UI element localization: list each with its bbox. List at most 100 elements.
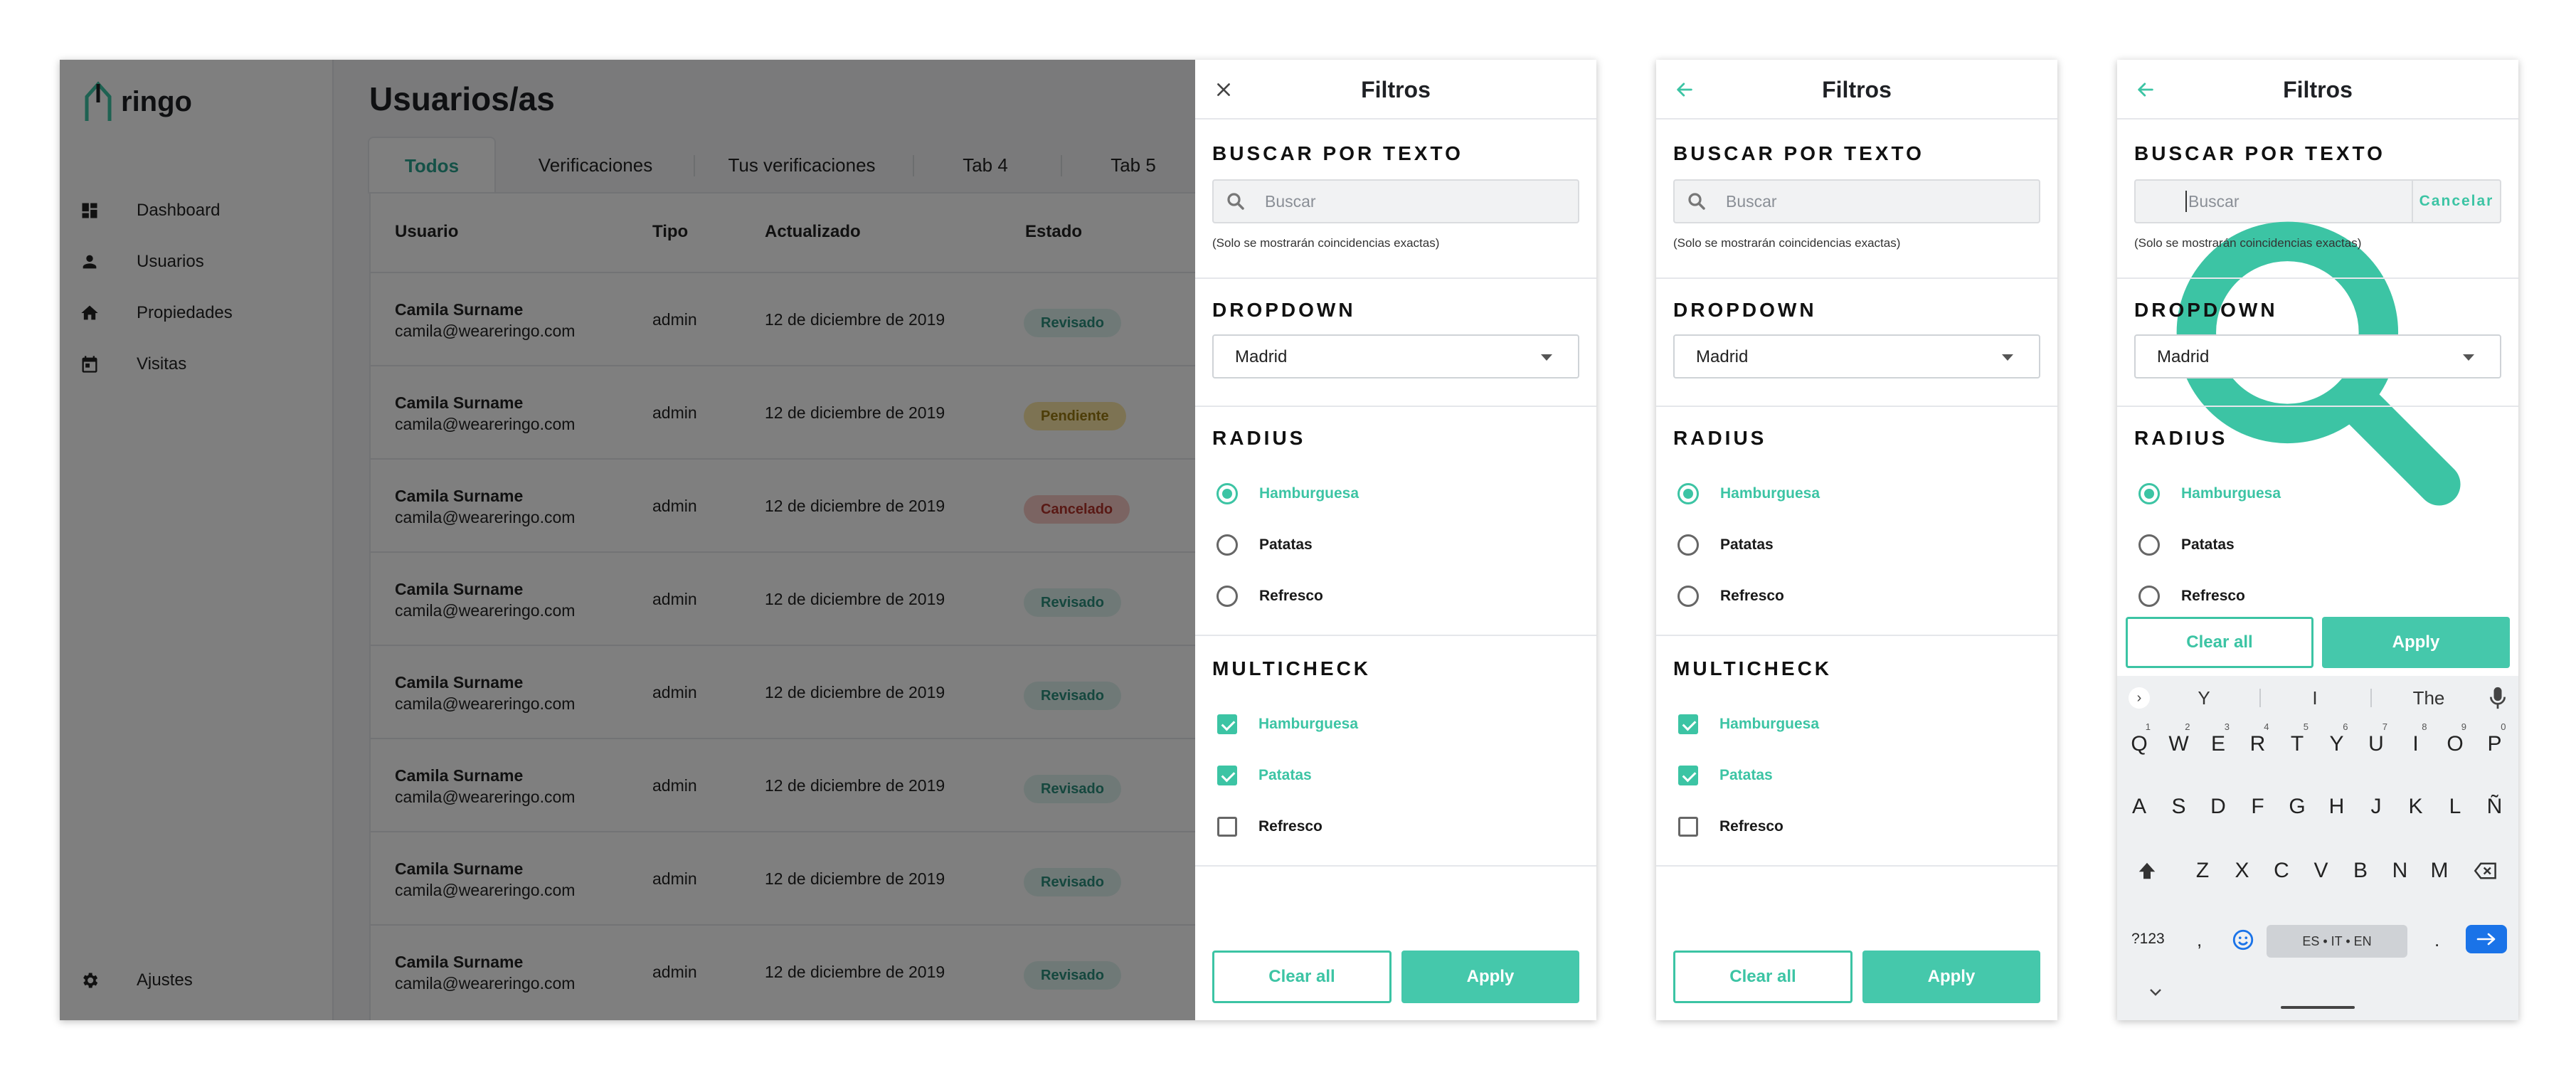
radio-selected-icon[interactable] xyxy=(2138,483,2160,504)
search-input[interactable]: Buscar xyxy=(1212,179,1579,223)
key-d[interactable]: D xyxy=(2201,787,2235,827)
key-u[interactable]: U7 xyxy=(2359,721,2393,764)
filter-title: Filtros xyxy=(1822,77,1892,102)
key-e[interactable]: E3 xyxy=(2201,721,2235,764)
search-input[interactable]: Buscar xyxy=(1673,179,2040,223)
checkbox-option-patatas[interactable]: Patatas xyxy=(1673,761,1972,790)
key-q[interactable]: Q1 xyxy=(2122,721,2156,764)
chevron-down-icon[interactable] xyxy=(2148,988,2163,997)
key-r[interactable]: R4 xyxy=(2241,721,2275,764)
multicheck-heading: MULTICHECK xyxy=(1212,657,1372,679)
key-c[interactable]: C xyxy=(2264,851,2299,891)
search-icon xyxy=(1688,193,1705,210)
radio-option-refresco[interactable]: Refresco xyxy=(1673,582,1972,610)
key-l[interactable]: L xyxy=(2438,787,2472,827)
key-g[interactable]: G xyxy=(2280,787,2314,827)
search-icon xyxy=(1227,193,1244,210)
radius-heading: RADIUS xyxy=(1212,427,1306,449)
key-y[interactable]: Y6 xyxy=(2320,721,2354,764)
radio-option-hamburguesa[interactable]: Hamburguesa xyxy=(2134,480,2433,508)
key-f[interactable]: F xyxy=(2241,787,2275,827)
emoji-icon[interactable] xyxy=(2231,928,2255,952)
radio-unselected-icon[interactable] xyxy=(1217,586,1238,607)
checkbox-option-refresco[interactable]: Refresco xyxy=(1212,812,1511,841)
space-key[interactable]: ES • IT • EN xyxy=(2267,925,2407,958)
apply-button[interactable]: Apply xyxy=(1401,951,1579,1003)
backspace-key[interactable] xyxy=(2469,851,2503,891)
shift-icon xyxy=(2138,862,2156,879)
key-z[interactable]: Z xyxy=(2185,851,2220,891)
checkbox-option-refresco[interactable]: Refresco xyxy=(1673,812,1972,841)
filter-title: Filtros xyxy=(2283,77,2353,102)
suggestion[interactable]: I xyxy=(2272,687,2358,709)
checkbox-checked-icon[interactable] xyxy=(1678,714,1698,734)
radio-unselected-icon[interactable] xyxy=(1677,534,1699,556)
enter-key[interactable] xyxy=(2466,925,2507,953)
key-ñ[interactable]: Ñ xyxy=(2478,787,2512,827)
city-dropdown[interactable]: Madrid xyxy=(1212,334,1579,378)
radio-option-hamburguesa[interactable]: Hamburguesa xyxy=(1673,480,1972,508)
key-k[interactable]: K xyxy=(2399,787,2433,827)
key-a[interactable]: A xyxy=(2122,787,2156,827)
key-i[interactable]: I8 xyxy=(2399,721,2433,764)
checkbox-option-hamburguesa[interactable]: Hamburguesa xyxy=(1212,710,1511,738)
checkbox-unchecked-icon[interactable] xyxy=(1217,817,1237,837)
key-j[interactable]: J xyxy=(2359,787,2393,827)
apply-button[interactable]: Apply xyxy=(1862,951,2040,1003)
microphone-icon[interactable] xyxy=(2490,686,2506,710)
radius-heading: RADIUS xyxy=(1673,427,1767,449)
suggestion[interactable]: The xyxy=(2386,687,2471,709)
checkbox-checked-icon[interactable] xyxy=(1217,714,1237,734)
key-v[interactable]: V xyxy=(2304,851,2338,891)
key-w[interactable]: W2 xyxy=(2162,721,2196,764)
shift-key[interactable] xyxy=(2130,851,2164,891)
key-b[interactable]: B xyxy=(2343,851,2378,891)
key-label: T xyxy=(2290,732,2304,756)
clear-all-button[interactable]: Clear all xyxy=(1673,951,1853,1003)
radio-selected-icon[interactable] xyxy=(1217,483,1238,504)
key-n[interactable]: N xyxy=(2383,851,2417,891)
checkbox-checked-icon[interactable] xyxy=(1678,766,1698,785)
key-m[interactable]: M xyxy=(2422,851,2456,891)
radio-unselected-icon[interactable] xyxy=(1217,534,1238,556)
cancel-search-button[interactable]: Cancelar xyxy=(2412,181,2500,222)
checkbox-checked-icon[interactable] xyxy=(1217,766,1237,785)
checkbox-option-hamburguesa[interactable]: Hamburguesa xyxy=(1673,710,1972,738)
radio-unselected-icon[interactable] xyxy=(1677,586,1699,607)
chevron-right-icon[interactable]: › xyxy=(2129,687,2150,709)
checkbox-option-patatas[interactable]: Patatas xyxy=(1212,761,1511,790)
radio-selected-icon[interactable] xyxy=(1677,483,1699,504)
period-key[interactable]: . xyxy=(2434,929,2439,951)
radio-option-hamburguesa[interactable]: Hamburguesa xyxy=(1212,480,1511,508)
checkbox-label: Hamburguesa xyxy=(1719,716,1820,732)
key-p[interactable]: P0 xyxy=(2478,721,2512,764)
search-placeholder: Buscar xyxy=(1726,192,1777,211)
key-s[interactable]: S xyxy=(2162,787,2196,827)
radio-option-patatas[interactable]: Patatas xyxy=(1212,531,1511,559)
radio-unselected-icon[interactable] xyxy=(2138,586,2160,607)
radio-option-patatas[interactable]: Patatas xyxy=(1673,531,1972,559)
clear-all-button[interactable]: Clear all xyxy=(2126,617,2313,668)
radio-option-refresco[interactable]: Refresco xyxy=(1212,582,1511,610)
search-input[interactable]: Buscar Cancelar xyxy=(2134,179,2501,506)
apply-button[interactable]: Apply xyxy=(2322,617,2510,668)
key-hint: 5 xyxy=(2303,721,2309,732)
radio-unselected-icon[interactable] xyxy=(2138,534,2160,556)
numbers-key[interactable]: ?123 xyxy=(2131,931,2165,948)
key-t[interactable]: T5 xyxy=(2280,721,2314,764)
checkbox-label: Refresco xyxy=(1258,818,1323,835)
city-dropdown[interactable]: Madrid xyxy=(2134,334,2501,378)
key-x[interactable]: X xyxy=(2225,851,2259,891)
clear-all-button[interactable]: Clear all xyxy=(1212,951,1392,1003)
radio-option-refresco[interactable]: Refresco xyxy=(2134,582,2433,610)
suggestion[interactable]: Y xyxy=(2161,687,2247,709)
key-h[interactable]: H xyxy=(2320,787,2354,827)
key-o[interactable]: O9 xyxy=(2438,721,2472,764)
comma-key[interactable]: , xyxy=(2197,929,2202,951)
checkbox-unchecked-icon[interactable] xyxy=(1678,817,1698,837)
modal-backdrop[interactable] xyxy=(60,60,1198,1020)
city-dropdown[interactable]: Madrid xyxy=(1673,334,2040,378)
radio-option-patatas[interactable]: Patatas xyxy=(2134,531,2433,559)
search-hint: (Solo se mostrarán coincidencias exactas… xyxy=(1673,236,1901,250)
radio-label: Hamburguesa xyxy=(1259,485,1359,502)
